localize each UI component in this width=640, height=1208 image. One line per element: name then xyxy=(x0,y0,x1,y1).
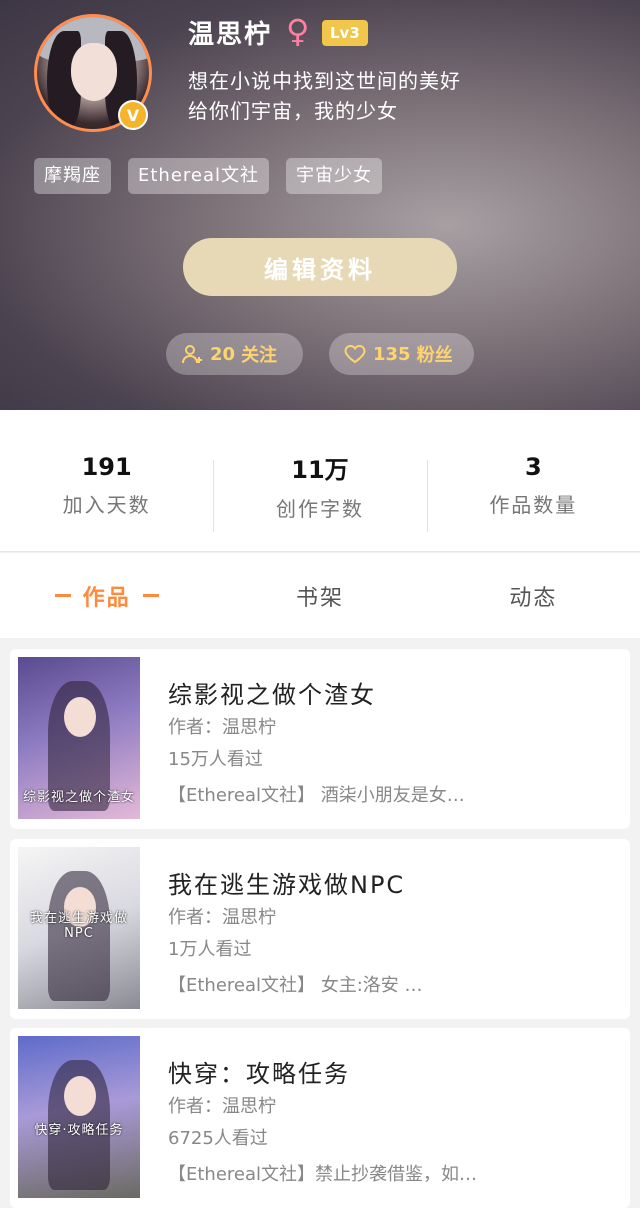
book-description: 【Ethereal文社】 女主:洛安 … xyxy=(168,975,423,996)
bio-line: 给你们宇宙，我的少女 xyxy=(188,99,398,123)
heart-icon xyxy=(344,344,366,364)
book-title: 综影视之做个渣女 xyxy=(168,681,376,709)
cover-title: 综影视之做个渣女 xyxy=(22,790,135,805)
book-views: 6725人看过 xyxy=(168,1128,268,1149)
following-count: 20 xyxy=(210,343,236,365)
book-cover[interactable]: 综影视之做个渣女 xyxy=(18,657,140,819)
book-description: 【Ethereal文社】禁止抄袭借鉴，如… xyxy=(168,1164,478,1185)
bio: 想在小说中找到这世间的美好 给你们宇宙，我的少女 xyxy=(188,66,461,126)
profile-header: V 温思柠 ♀ Lv3 想在小说中找到这世间的美好 给你们宇宙，我的少女 摩羯座… xyxy=(0,0,640,410)
stat-value: 11万 xyxy=(291,455,349,484)
user-plus-icon xyxy=(182,345,202,364)
verified-badge: V xyxy=(118,100,148,130)
book-description: 【Ethereal文社】 酒柒小朋友是女… xyxy=(168,785,465,806)
tab-label: 书架 xyxy=(295,585,344,611)
level-badge: Lv3 xyxy=(322,20,368,46)
stat-label: 作品数量 xyxy=(489,493,578,517)
tab-works[interactable]: 作品 xyxy=(0,553,213,638)
username: 温思柠 xyxy=(188,20,273,50)
tab-bookshelf[interactable]: 书架 xyxy=(213,553,426,638)
cover-title: 我在逃生游戏做NPC xyxy=(29,911,128,941)
stat-value: 191 xyxy=(81,453,132,481)
book-card[interactable]: 快穿·攻略任务 快穿：攻略任务 作者：温思柠 6725人看过 【Ethereal… xyxy=(10,1028,630,1208)
tag-club[interactable]: Ethereal文社 xyxy=(128,158,270,194)
stat-words: 11万 创作字数 xyxy=(213,410,426,551)
book-cover[interactable]: 我在逃生游戏做NPC xyxy=(18,847,140,1009)
book-views: 1万人看过 xyxy=(168,939,252,960)
tab-activity[interactable]: 动态 xyxy=(427,553,640,638)
following-button[interactable]: 20 关注 xyxy=(166,333,303,375)
book-author: 作者：温思柠 xyxy=(168,1096,276,1117)
edit-profile-button[interactable]: 编辑资料 xyxy=(183,238,457,296)
bio-line: 想在小说中找到这世间的美好 xyxy=(188,69,461,93)
stat-works: 3 作品数量 xyxy=(426,410,640,551)
tag-list: 摩羯座 Ethereal文社 宇宙少女 xyxy=(34,158,383,194)
book-cover[interactable]: 快穿·攻略任务 xyxy=(18,1036,140,1198)
book-author: 作者：温思柠 xyxy=(168,907,276,928)
tag-group[interactable]: 宇宙少女 xyxy=(286,158,383,194)
tab-bar: 作品 书架 动态 xyxy=(0,553,640,638)
female-icon: ♀ xyxy=(286,12,310,50)
book-title: 我在逃生游戏做NPC xyxy=(168,871,406,899)
tab-label: 动态 xyxy=(509,585,558,611)
book-card[interactable]: 我在逃生游戏做NPC 我在逃生游戏做NPC 作者：温思柠 1万人看过 【Ethe… xyxy=(10,839,630,1019)
fans-button[interactable]: 135 粉丝 xyxy=(329,333,474,375)
tab-label: 作品 xyxy=(82,585,131,611)
book-author: 作者：温思柠 xyxy=(168,717,276,738)
active-indicator xyxy=(142,594,159,597)
stats-bar: 191 加入天数 11万 创作字数 3 作品数量 xyxy=(0,410,640,552)
book-card[interactable]: 综影视之做个渣女 综影视之做个渣女 作者：温思柠 15万人看过 【Etherea… xyxy=(10,649,630,829)
following-label: 关注 xyxy=(241,345,278,366)
stat-label: 加入天数 xyxy=(62,493,151,517)
book-title: 快穿：攻略任务 xyxy=(168,1060,350,1088)
active-indicator xyxy=(54,594,71,597)
book-views: 15万人看过 xyxy=(168,749,263,770)
fans-count: 135 xyxy=(373,343,411,365)
fans-label: 粉丝 xyxy=(416,345,453,366)
stat-value: 3 xyxy=(524,453,542,481)
tag-zodiac[interactable]: 摩羯座 xyxy=(34,158,111,194)
avatar-container[interactable]: V xyxy=(34,14,152,132)
stat-label: 创作字数 xyxy=(275,496,364,521)
stat-days: 191 加入天数 xyxy=(0,410,213,551)
cover-title: 快穿·攻略任务 xyxy=(34,1123,124,1138)
